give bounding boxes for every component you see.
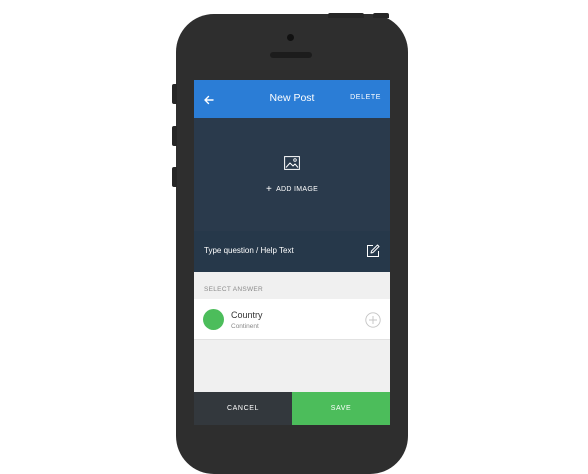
question-placeholder: Type question / Help Text: [204, 246, 294, 255]
image-icon: [284, 156, 300, 170]
add-image-button[interactable]: + ADD IMAGE: [194, 184, 390, 195]
question-field[interactable]: Type question / Help Text: [194, 231, 390, 272]
phone-side-button-volume-down: [172, 167, 177, 187]
arrow-left-icon[interactable]: [203, 93, 215, 105]
phone-camera: [287, 34, 294, 41]
phone-side-button-volume-up: [172, 126, 177, 146]
phone-top-button: [328, 13, 364, 18]
action-footer: CANCEL SAVE: [194, 392, 390, 425]
plus-circle-icon[interactable]: [365, 312, 381, 328]
plus-icon: +: [265, 184, 273, 195]
phone-top-button-small: [373, 13, 389, 18]
answer-item[interactable]: Country Continent: [194, 299, 390, 340]
answer-subtitle: Continent: [231, 323, 259, 330]
save-button[interactable]: SAVE: [292, 392, 390, 425]
cancel-button[interactable]: CANCEL: [194, 392, 292, 425]
delete-button[interactable]: DELETE: [350, 94, 381, 101]
app-header: New Post DELETE: [194, 80, 390, 118]
image-upload-area[interactable]: + ADD IMAGE: [194, 118, 390, 231]
phone-side-button-mute: [172, 84, 177, 104]
answer-color-dot: [203, 309, 224, 330]
app-screen: New Post DELETE + ADD IMAGE Type question…: [194, 80, 390, 425]
add-image-label: ADD IMAGE: [276, 186, 319, 193]
answer-title: Country: [231, 310, 263, 320]
phone-speaker: [270, 52, 312, 58]
edit-icon[interactable]: [366, 244, 380, 258]
select-answer-label: SELECT ANSWER: [204, 286, 264, 293]
